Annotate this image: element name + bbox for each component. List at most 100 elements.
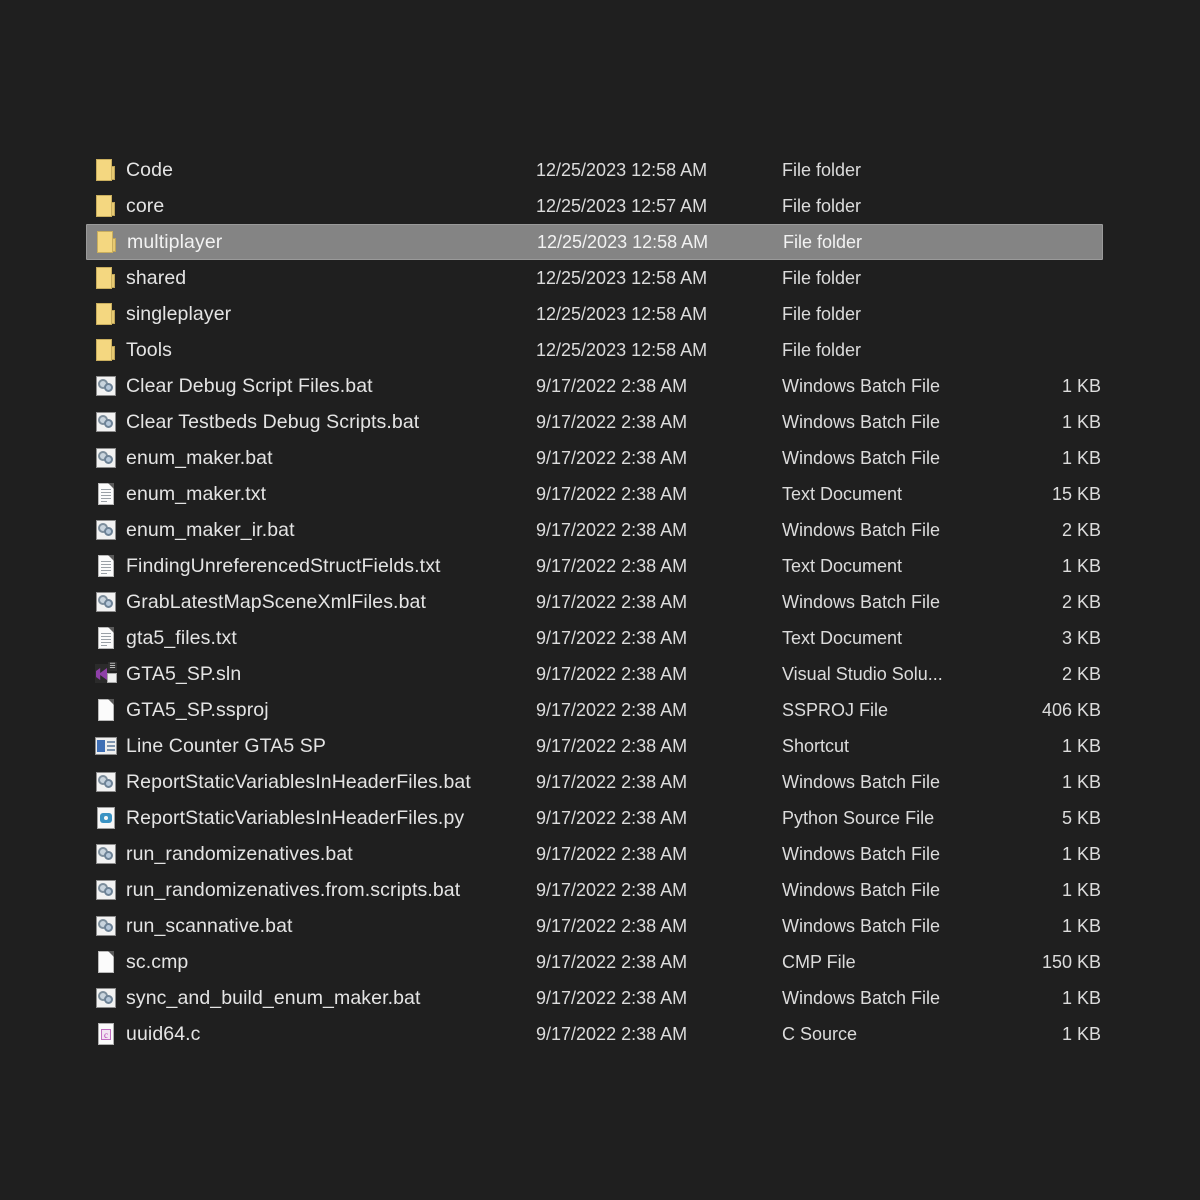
date-modified: 12/25/2023 12:57 AM bbox=[536, 195, 708, 216]
file-list-row[interactable]: singleplayer 12/25/2023 12:58 AM File fold… bbox=[86, 296, 1103, 332]
date-modified: 9/17/2022 2:38 AM bbox=[536, 987, 688, 1008]
file-type: Windows Batch File bbox=[782, 987, 941, 1008]
file-type: File folder bbox=[782, 339, 862, 360]
file-size: 1 KB bbox=[1061, 411, 1101, 432]
batch-file-icon bbox=[93, 373, 119, 399]
shortcut-icon bbox=[93, 733, 119, 759]
row-icon-cell bbox=[86, 368, 126, 404]
blank-page-icon bbox=[93, 697, 119, 723]
file-type: File folder bbox=[782, 303, 862, 324]
file-name: core bbox=[126, 194, 165, 217]
file-size: 15 KB bbox=[1051, 483, 1101, 504]
file-list[interactable]: Code 12/25/2023 12:58 AM File folder core 12… bbox=[0, 0, 1200, 1200]
visual-studio-solution-icon: ☰ bbox=[93, 661, 119, 687]
file-name: GTA5_SP.sln bbox=[126, 662, 242, 685]
file-name: sc.cmp bbox=[126, 950, 189, 973]
file-type: Text Document bbox=[782, 555, 903, 576]
file-list-row[interactable]: Clear Debug Script Files.bat 9/17/2022 2:… bbox=[86, 368, 1103, 404]
file-list-row[interactable]: ReportStaticVariablesInHeaderFiles.py 9/1… bbox=[86, 800, 1103, 836]
file-list-row[interactable]: enum_maker.bat 9/17/2022 2:38 AM Windows B… bbox=[86, 440, 1103, 476]
file-list-row[interactable]: GTA5_SP.ssproj 9/17/2022 2:38 AM SSPROJ Fi… bbox=[86, 692, 1103, 728]
file-list-row[interactable]: Line Counter GTA5 SP 9/17/2022 2:38 AM Sho… bbox=[86, 728, 1103, 764]
date-modified: 9/17/2022 2:38 AM bbox=[536, 915, 688, 936]
date-modified: 9/17/2022 2:38 AM bbox=[536, 879, 688, 900]
file-list-row[interactable]: ☰ GTA5_SP.sln 9/17/2022 2:38 AM Visual Stud… bbox=[86, 656, 1103, 692]
row-icon-cell bbox=[86, 728, 126, 764]
date-modified: 9/17/2022 2:38 AM bbox=[536, 591, 688, 612]
file-list-row[interactable]: Code 12/25/2023 12:58 AM File folder bbox=[86, 152, 1103, 188]
file-list-row[interactable]: run_randomizenatives.bat 9/17/2022 2:38 A… bbox=[86, 836, 1103, 872]
file-size: 2 KB bbox=[1061, 591, 1101, 612]
row-icon-cell bbox=[86, 512, 126, 548]
row-icon-cell bbox=[86, 620, 126, 656]
file-list-row[interactable]: FindingUnreferencedStructFields.txt 9/17/… bbox=[86, 548, 1103, 584]
row-icon-cell: c bbox=[86, 1016, 126, 1052]
date-modified: 9/17/2022 2:38 AM bbox=[536, 735, 688, 756]
file-list-row[interactable]: sync_and_build_enum_maker.bat 9/17/2022 2… bbox=[86, 980, 1103, 1016]
file-type: SSPROJ File bbox=[782, 699, 889, 720]
file-size: 1 KB bbox=[1061, 447, 1101, 468]
file-list-row[interactable]: core 12/25/2023 12:57 AM File folder bbox=[86, 188, 1103, 224]
file-name: enum_maker_ir.bat bbox=[126, 518, 295, 541]
file-size: 1 KB bbox=[1061, 1023, 1101, 1044]
date-modified: 9/17/2022 2:38 AM bbox=[536, 555, 688, 576]
file-name: gta5_files.txt bbox=[126, 626, 237, 649]
file-type: Windows Batch File bbox=[782, 771, 941, 792]
folder-icon bbox=[93, 301, 119, 327]
file-name: shared bbox=[126, 266, 187, 289]
file-list-row[interactable]: shared 12/25/2023 12:58 AM File folder bbox=[86, 260, 1103, 296]
file-type: File folder bbox=[782, 267, 862, 288]
batch-file-icon bbox=[93, 877, 119, 903]
file-type: Windows Batch File bbox=[782, 591, 941, 612]
file-list-row[interactable]: ReportStaticVariablesInHeaderFiles.bat 9/… bbox=[86, 764, 1103, 800]
row-icon-cell bbox=[86, 692, 126, 728]
file-size: 1 KB bbox=[1061, 771, 1101, 792]
date-modified: 9/17/2022 2:38 AM bbox=[536, 375, 688, 396]
folder-icon bbox=[93, 265, 119, 291]
batch-file-icon bbox=[93, 409, 119, 435]
date-modified: 9/17/2022 2:38 AM bbox=[536, 699, 688, 720]
file-type: Windows Batch File bbox=[782, 447, 941, 468]
file-list-row[interactable]: run_randomizenatives.from.scripts.bat 9/1… bbox=[86, 872, 1103, 908]
file-type: Visual Studio Solu... bbox=[782, 663, 943, 684]
file-name: run_randomizenatives.from.scripts.bat bbox=[126, 878, 461, 901]
file-size: 2 KB bbox=[1061, 519, 1101, 540]
file-type: Python Source File bbox=[782, 807, 935, 828]
python-file-icon bbox=[93, 805, 119, 831]
batch-file-icon bbox=[93, 445, 119, 471]
row-icon-cell bbox=[86, 584, 126, 620]
blank-page-icon bbox=[93, 949, 119, 975]
file-list-row[interactable]: gta5_files.txt 9/17/2022 2:38 AM Text Docu… bbox=[86, 620, 1103, 656]
file-size: 1 KB bbox=[1061, 915, 1101, 936]
file-list-row[interactable]: Tools 12/25/2023 12:58 AM File folder bbox=[86, 332, 1103, 368]
row-icon-cell bbox=[86, 296, 126, 332]
file-list-row[interactable]: GrabLatestMapSceneXmlFiles.bat 9/17/2022 … bbox=[86, 584, 1103, 620]
file-list-row[interactable]: sc.cmp 9/17/2022 2:38 AM CMP File 150 KB bbox=[86, 944, 1103, 980]
file-list-row[interactable]: enum_maker.txt 9/17/2022 2:38 AM Text Docu… bbox=[86, 476, 1103, 512]
row-icon-cell bbox=[86, 260, 126, 296]
row-icon-cell bbox=[86, 476, 126, 512]
folder-icon bbox=[93, 337, 119, 363]
file-list-row[interactable]: run_scannative.bat 9/17/2022 2:38 AM Windo… bbox=[86, 908, 1103, 944]
file-list-row[interactable]: Clear Testbeds Debug Scripts.bat 9/17/202… bbox=[86, 404, 1103, 440]
date-modified: 9/17/2022 2:38 AM bbox=[536, 771, 688, 792]
row-icon-cell bbox=[86, 980, 126, 1016]
row-icon-cell: ☰ bbox=[86, 656, 126, 692]
file-type: Text Document bbox=[782, 483, 903, 504]
file-type: CMP File bbox=[782, 951, 856, 972]
file-list-row[interactable]: enum_maker_ir.bat 9/17/2022 2:38 AM Window… bbox=[86, 512, 1103, 548]
file-type: C Source bbox=[782, 1023, 858, 1044]
row-icon-cell bbox=[86, 836, 126, 872]
file-size: 1 KB bbox=[1061, 879, 1101, 900]
file-name: Line Counter GTA5 SP bbox=[126, 734, 326, 757]
file-size: 5 KB bbox=[1061, 807, 1101, 828]
date-modified: 12/25/2023 12:58 AM bbox=[536, 267, 708, 288]
file-list-row[interactable]: c uuid64.c 9/17/2022 2:38 AM C Source 1 KB bbox=[86, 1016, 1103, 1052]
file-size: 3 KB bbox=[1061, 627, 1101, 648]
file-name: GrabLatestMapSceneXmlFiles.bat bbox=[126, 590, 426, 613]
batch-file-icon bbox=[93, 913, 119, 939]
file-name: ReportStaticVariablesInHeaderFiles.py bbox=[126, 806, 465, 829]
folder-icon bbox=[93, 193, 119, 219]
file-list-row[interactable]: multiplayer 12/25/2023 12:58 AM File folde… bbox=[86, 224, 1103, 260]
batch-file-icon bbox=[93, 589, 119, 615]
